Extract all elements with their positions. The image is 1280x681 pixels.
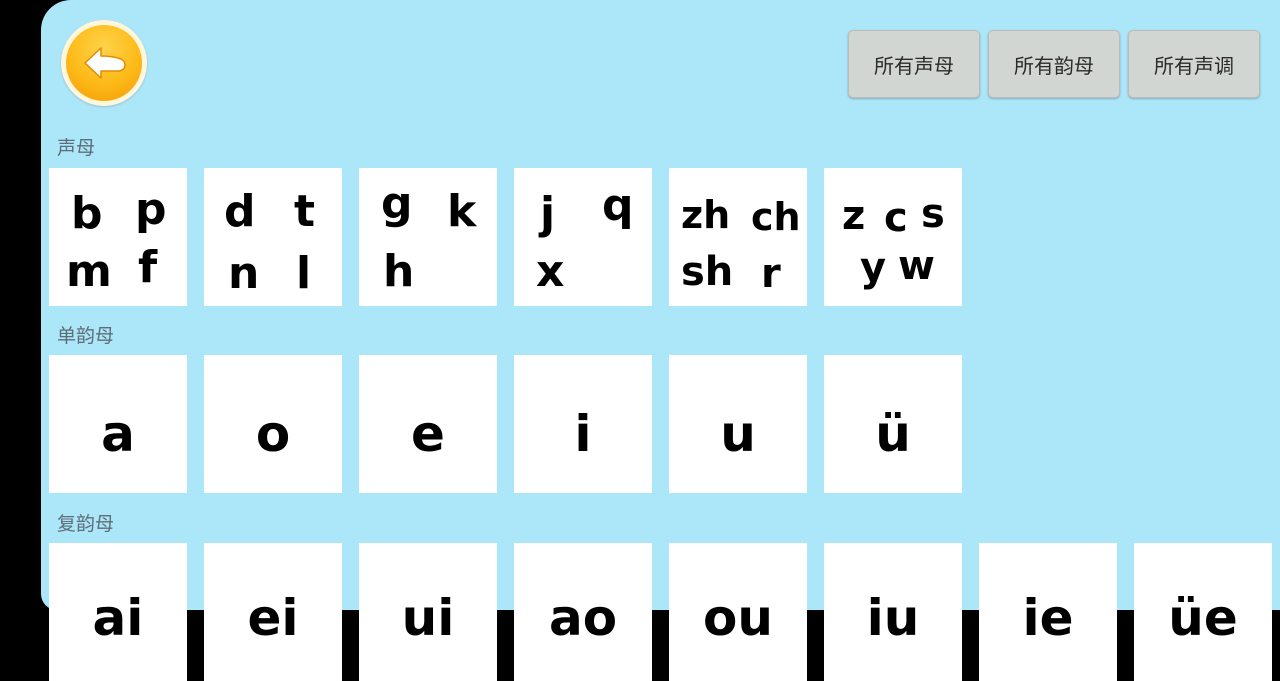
initials-card-bpmf[interactable]: b p m f (49, 168, 187, 306)
pinyin-letter: u (720, 405, 756, 463)
pinyin-letter: sh (681, 249, 734, 295)
initials-card-gkh[interactable]: g k h (359, 168, 497, 306)
pinyin-letter: c (884, 195, 908, 241)
pinyin-letter: m (66, 246, 112, 297)
pinyin-letter: p (135, 184, 167, 235)
simple-final-card[interactable]: ü (824, 355, 962, 493)
pinyin-letter: q (602, 180, 634, 231)
all-initials-button[interactable]: 所有声母 (848, 30, 980, 98)
simple-final-card[interactable]: o (204, 355, 342, 493)
pinyin-letter: ü (875, 405, 911, 463)
pinyin-letter: ao (548, 589, 618, 647)
compound-finals-section-label: 复韵母 (57, 513, 115, 535)
pinyin-letter: h (383, 246, 415, 297)
pinyin-letter: o (255, 405, 291, 463)
pinyin-letter: ai (92, 589, 144, 647)
initials-card-jqx[interactable]: j q x (514, 168, 652, 306)
back-arrow-icon (84, 47, 126, 79)
simple-final-card[interactable]: i (514, 355, 652, 493)
simple-finals-section-label: 单韵母 (57, 325, 115, 347)
pinyin-letter: a (101, 405, 135, 463)
pinyin-letter: d (224, 186, 256, 237)
pinyin-letter: ie (1022, 589, 1074, 647)
pinyin-letter: z (842, 193, 866, 239)
pinyin-letter: y (860, 245, 887, 291)
compound-final-card[interactable]: ao (514, 543, 652, 681)
simple-final-card[interactable]: u (669, 355, 807, 493)
pinyin-letter: ui (401, 589, 455, 647)
compound-final-card[interactable]: ie (979, 543, 1117, 681)
pinyin-letter: w (898, 243, 935, 289)
all-tones-button[interactable]: 所有声调 (1128, 30, 1260, 98)
back-button[interactable] (61, 20, 147, 106)
pinyin-letter: b (71, 188, 103, 239)
pinyin-letter: k (447, 186, 477, 237)
initials-section-label: 声母 (57, 137, 96, 159)
compound-final-card[interactable]: ai (49, 543, 187, 681)
initials-card-zhchshr[interactable]: zh ch sh r (669, 168, 807, 306)
simple-final-card[interactable]: e (359, 355, 497, 493)
pinyin-letter: j (540, 188, 556, 239)
pinyin-letter: ei (247, 589, 299, 647)
pinyin-letter: ch (751, 195, 801, 239)
compound-final-card[interactable]: üe (1134, 543, 1272, 681)
pinyin-letter: x (536, 246, 565, 297)
initials-card-dtnl[interactable]: d t n l (204, 168, 342, 306)
pinyin-letter: g (381, 178, 413, 229)
initials-card-zcsyw[interactable]: z c s y w (824, 168, 962, 306)
pinyin-letter: e (411, 405, 445, 463)
pinyin-letter: f (138, 242, 158, 293)
compound-final-card[interactable]: ei (204, 543, 342, 681)
compound-final-card[interactable]: ui (359, 543, 497, 681)
pinyin-letter: zh (681, 193, 731, 237)
pinyin-letter: i (574, 405, 592, 463)
pinyin-letter: üe (1168, 589, 1238, 647)
pinyin-letter: l (296, 248, 312, 299)
pinyin-letter: r (761, 251, 781, 297)
compound-final-card[interactable]: iu (824, 543, 962, 681)
simple-final-card[interactable]: a (49, 355, 187, 493)
pinyin-letter: ou (703, 589, 773, 647)
pinyin-letter: n (228, 248, 260, 299)
compound-final-card[interactable]: ou (669, 543, 807, 681)
back-button-face (66, 25, 142, 101)
pinyin-letter: iu (866, 589, 920, 647)
pinyin-letter: t (294, 186, 316, 237)
pinyin-letter: s (921, 191, 945, 237)
all-finals-button[interactable]: 所有韵母 (988, 30, 1120, 98)
